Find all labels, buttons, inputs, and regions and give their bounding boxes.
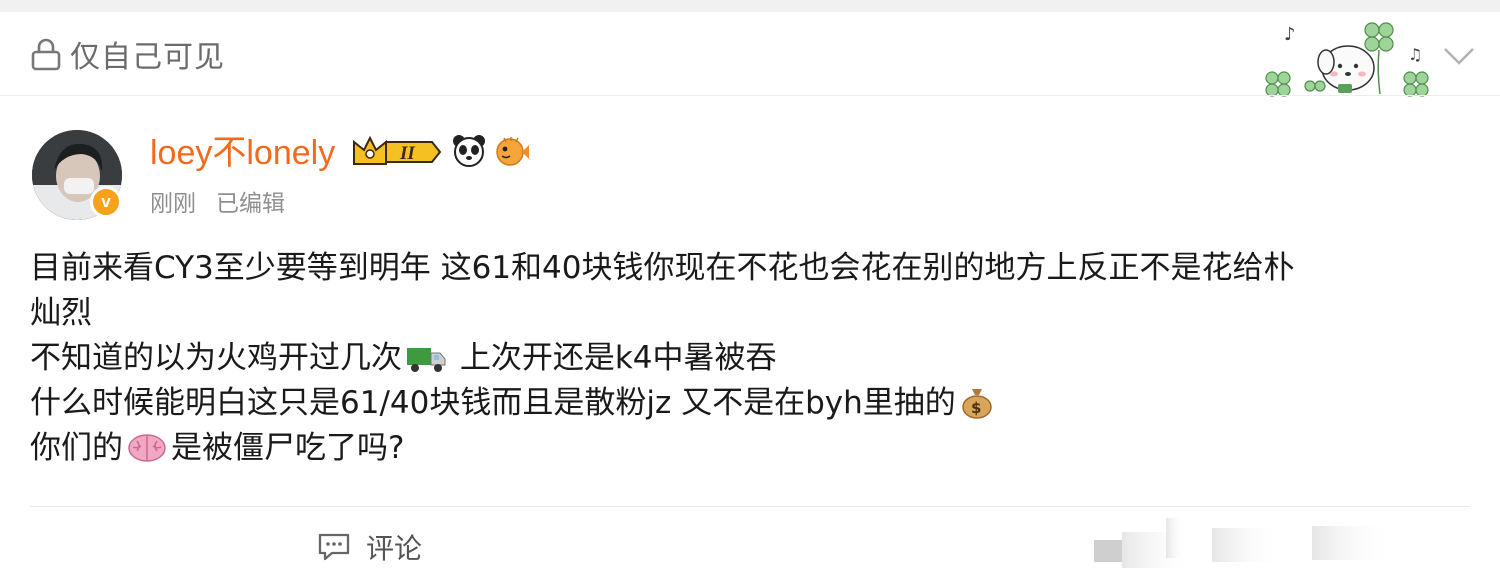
- top-strip: [0, 0, 1500, 12]
- crown-level-badge: II: [353, 135, 442, 165]
- post-text-line: 目前来看CY3至少要等到明年 这61和40块钱你现在不花也会花在别的地方上反正不…: [30, 250, 1295, 286]
- svg-text:$: $: [971, 399, 981, 417]
- post-text-line: 不知道的以为火鸡开过几次 上次开还是k4中暑被吞: [30, 336, 1470, 381]
- divider: [0, 95, 1500, 96]
- privacy-indicator[interactable]: 仅自己可见: [30, 34, 225, 75]
- brain-emoji-icon: [128, 434, 166, 462]
- lock-icon: [31, 38, 61, 71]
- post-time: 刚刚: [150, 191, 196, 217]
- like-button[interactable]: [1086, 518, 1476, 581]
- post-content: 目前来看CY3至少要等到明年 这61和40块钱你现在不花也会花在别的地方上反正不…: [30, 246, 1470, 471]
- post-text: 是被僵尸吃了吗?: [171, 430, 405, 466]
- level-label: II: [399, 143, 415, 164]
- privacy-bar: 仅自己可见 ♪ ♫: [0, 12, 1500, 97]
- post-text: 你们的: [30, 430, 123, 466]
- svg-text:♫: ♫: [1408, 45, 1422, 64]
- post-meta: 刚刚 已编辑: [150, 184, 285, 218]
- divider: [30, 506, 1470, 507]
- pufferfish-icon: [496, 137, 529, 166]
- username[interactable]: loey不lonely: [150, 133, 335, 173]
- post-text: 什么时候能明白这只是61/40块钱而且是散粉jz 又不是在byh里抽的: [30, 385, 956, 421]
- post-text: 上次开还是k4中暑被吞: [459, 340, 777, 376]
- comment-icon: [318, 533, 350, 561]
- truck-emoji-icon: [407, 348, 446, 372]
- privacy-label: 仅自己可见: [70, 40, 225, 75]
- comment-label: 评论: [366, 532, 423, 565]
- post-text-line: 什么时候能明白这只是61/40块钱而且是散粉jz 又不是在byh里抽的 $: [30, 381, 1470, 426]
- post-text-line: 灿烈: [30, 295, 92, 331]
- chevron-down-icon[interactable]: [1440, 40, 1478, 70]
- comment-button[interactable]: 评论: [316, 527, 422, 567]
- clover-puppy-decoration: ♪ ♫: [1265, 22, 1429, 97]
- post-text: 不知道的以为火鸡开过几次: [30, 340, 402, 376]
- money-bag-emoji-icon: $: [962, 389, 992, 419]
- verified-badge: v: [90, 186, 122, 218]
- edited-label: 已编辑: [216, 191, 285, 217]
- panda-icon: [453, 135, 485, 167]
- post-text-line: 你们的 是被僵尸吃了吗?: [30, 426, 1470, 471]
- svg-text:♪: ♪: [1284, 24, 1296, 45]
